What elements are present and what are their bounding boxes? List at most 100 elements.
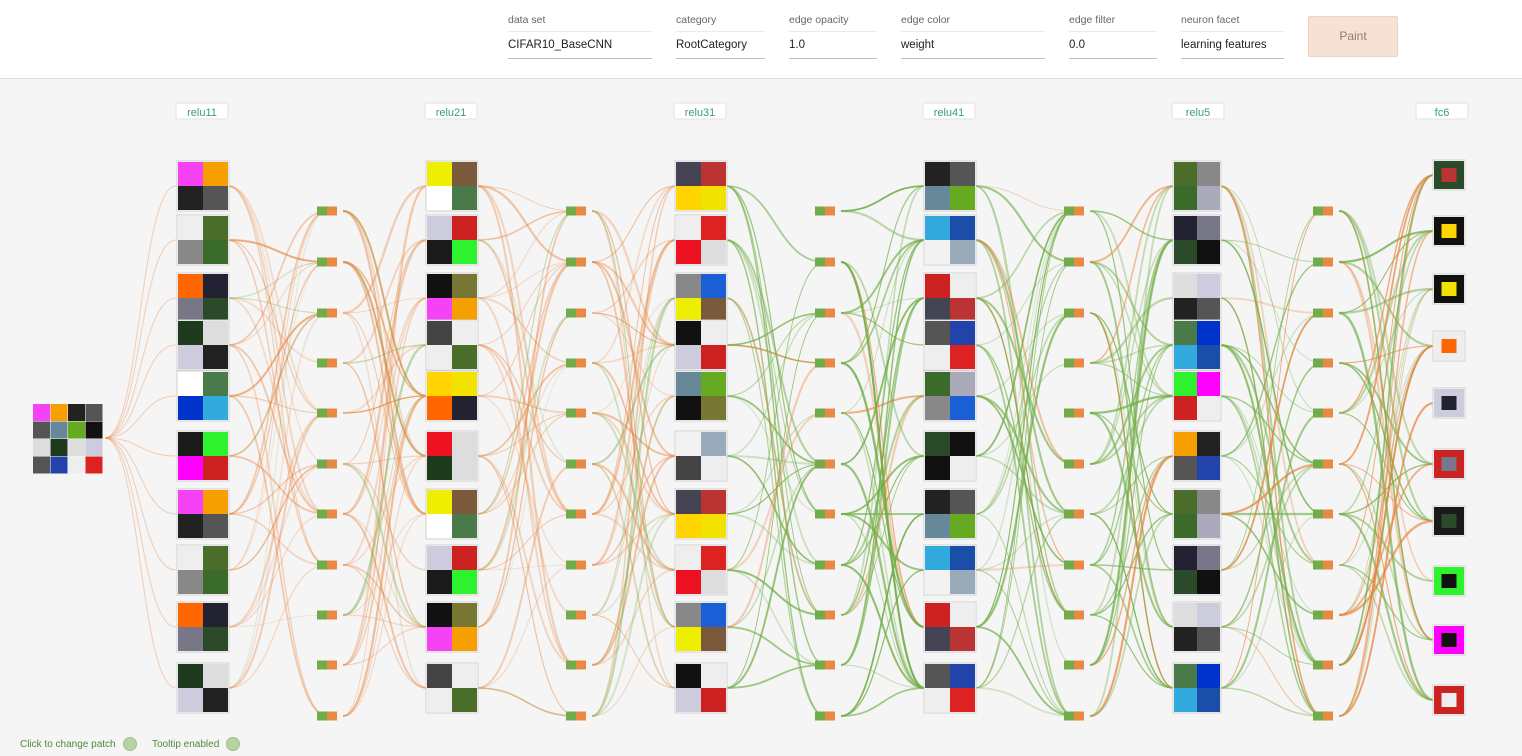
edge-filter-value[interactable]: 0.0 bbox=[1069, 31, 1157, 59]
feature-patch[interactable] bbox=[923, 430, 977, 482]
status-dot-icon[interactable] bbox=[122, 737, 137, 751]
neuron-node[interactable] bbox=[815, 257, 835, 267]
feature-patch[interactable] bbox=[176, 160, 230, 212]
neuron-node[interactable] bbox=[1064, 308, 1084, 318]
neuron-node[interactable] bbox=[1313, 660, 1333, 670]
neuron-node[interactable] bbox=[1064, 408, 1084, 418]
neuron-node[interactable] bbox=[815, 358, 835, 368]
tooltip-toggle[interactable]: Tooltip enabled bbox=[152, 737, 241, 751]
neuron-node[interactable] bbox=[815, 711, 835, 721]
feature-patch[interactable] bbox=[176, 214, 230, 266]
neuron-node[interactable] bbox=[1064, 660, 1084, 670]
neuron-node[interactable] bbox=[1064, 358, 1084, 368]
feature-patch[interactable] bbox=[176, 662, 230, 714]
feature-patch[interactable] bbox=[176, 272, 230, 324]
feature-patch[interactable] bbox=[923, 488, 977, 540]
feature-patch[interactable] bbox=[176, 601, 230, 653]
feature-patch[interactable] bbox=[1432, 505, 1466, 537]
neuron-node[interactable] bbox=[1064, 610, 1084, 620]
feature-patch[interactable] bbox=[674, 544, 728, 596]
neuron-node[interactable] bbox=[317, 358, 337, 368]
dataset-select[interactable]: data set CIFAR10_BaseCNN bbox=[508, 13, 652, 59]
dataset-value[interactable]: CIFAR10_BaseCNN bbox=[508, 31, 652, 59]
feature-patch[interactable] bbox=[425, 160, 479, 212]
feature-patch[interactable] bbox=[923, 544, 977, 596]
feature-patch[interactable] bbox=[1172, 488, 1222, 540]
feature-patch[interactable] bbox=[425, 214, 479, 266]
neuron-node[interactable] bbox=[317, 308, 337, 318]
feature-patch[interactable] bbox=[674, 430, 728, 482]
neuron-node[interactable] bbox=[815, 408, 835, 418]
feature-patch[interactable] bbox=[923, 601, 977, 653]
feature-patch[interactable] bbox=[425, 601, 479, 653]
neuron-node[interactable] bbox=[1313, 358, 1333, 368]
feature-patch[interactable] bbox=[1172, 272, 1222, 324]
edge-color-select[interactable]: edge color weight bbox=[901, 13, 1045, 59]
neuron-node[interactable] bbox=[566, 206, 586, 216]
neuron-node[interactable] bbox=[317, 257, 337, 267]
neuron-node[interactable] bbox=[815, 509, 835, 519]
neuron-node[interactable] bbox=[317, 206, 337, 216]
neuron-node[interactable] bbox=[1313, 610, 1333, 620]
status-dot-icon[interactable] bbox=[226, 737, 241, 751]
neuron-node[interactable] bbox=[317, 509, 337, 519]
feature-patch[interactable] bbox=[1172, 662, 1222, 714]
feature-patch[interactable] bbox=[425, 370, 479, 422]
feature-patch[interactable] bbox=[425, 488, 479, 540]
feature-patch[interactable] bbox=[923, 319, 977, 371]
neuron-node[interactable] bbox=[566, 257, 586, 267]
feature-patch[interactable] bbox=[425, 272, 479, 324]
neuron-node[interactable] bbox=[566, 358, 586, 368]
neuron-node[interactable] bbox=[1313, 560, 1333, 570]
feature-patch[interactable] bbox=[1432, 684, 1466, 716]
neuron-node[interactable] bbox=[566, 610, 586, 620]
feature-patch[interactable] bbox=[1172, 214, 1222, 266]
feature-patch[interactable] bbox=[1432, 215, 1466, 247]
feature-patch[interactable] bbox=[425, 319, 479, 371]
neuron-node[interactable] bbox=[1064, 560, 1084, 570]
neuron-facet-value[interactable]: learning features bbox=[1181, 31, 1284, 59]
neuron-node[interactable] bbox=[815, 459, 835, 469]
neuron-node[interactable] bbox=[1313, 257, 1333, 267]
feature-patch[interactable] bbox=[1172, 430, 1222, 482]
neuron-node[interactable] bbox=[815, 206, 835, 216]
neuron-node[interactable] bbox=[1064, 459, 1084, 469]
feature-patch[interactable] bbox=[674, 370, 728, 422]
feature-patch[interactable] bbox=[674, 488, 728, 540]
category-select[interactable]: category RootCategory bbox=[676, 13, 765, 59]
neuron-node[interactable] bbox=[317, 560, 337, 570]
feature-patch[interactable] bbox=[674, 662, 728, 714]
patch-toggle[interactable]: Click to change patch bbox=[20, 737, 137, 751]
feature-patch[interactable] bbox=[176, 370, 230, 422]
feature-patch[interactable] bbox=[923, 214, 977, 266]
edge-opacity-input[interactable]: edge opacity 1.0 bbox=[789, 13, 877, 59]
feature-patch[interactable] bbox=[674, 601, 728, 653]
edge-opacity-value[interactable]: 1.0 bbox=[789, 31, 877, 59]
feature-patch[interactable] bbox=[1432, 565, 1466, 597]
feature-patch[interactable] bbox=[176, 488, 230, 540]
feature-patch[interactable] bbox=[176, 544, 230, 596]
neuron-node[interactable] bbox=[566, 459, 586, 469]
neuron-node[interactable] bbox=[566, 509, 586, 519]
feature-patch[interactable] bbox=[1432, 330, 1466, 362]
feature-patch[interactable] bbox=[1432, 387, 1466, 419]
neuron-node[interactable] bbox=[566, 660, 586, 670]
feature-patch[interactable] bbox=[1172, 160, 1222, 212]
neuron-facet-select[interactable]: neuron facet learning features bbox=[1181, 13, 1284, 59]
neuron-node[interactable] bbox=[317, 711, 337, 721]
neuron-node[interactable] bbox=[1313, 711, 1333, 721]
feature-patch[interactable] bbox=[425, 430, 479, 482]
neuron-node[interactable] bbox=[317, 610, 337, 620]
neuron-node[interactable] bbox=[566, 408, 586, 418]
neuron-node[interactable] bbox=[1313, 408, 1333, 418]
feature-patch[interactable] bbox=[674, 319, 728, 371]
neuron-node[interactable] bbox=[1064, 257, 1084, 267]
feature-patch[interactable] bbox=[674, 160, 728, 212]
feature-patch[interactable] bbox=[1432, 624, 1466, 656]
feature-patch[interactable] bbox=[674, 272, 728, 324]
feature-patch[interactable] bbox=[176, 319, 230, 371]
neuron-node[interactable] bbox=[566, 711, 586, 721]
feature-patch[interactable] bbox=[923, 272, 977, 324]
feature-patch[interactable] bbox=[1172, 319, 1222, 371]
neuron-node[interactable] bbox=[1313, 459, 1333, 469]
